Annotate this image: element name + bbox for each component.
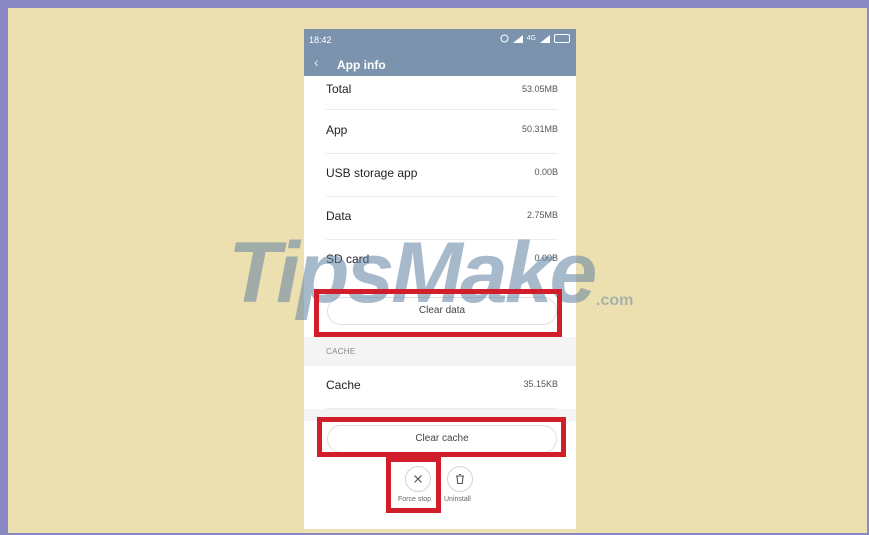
storage-row-sdcard: SD card 0.00B	[326, 252, 558, 266]
force-stop-button[interactable]	[405, 466, 431, 492]
signal-icon	[512, 34, 523, 43]
storage-row-app: App 50.31MB	[326, 110, 558, 154]
storage-row-total: Total 53.05MB	[326, 76, 558, 110]
storage-row-usb: USB storage app 0.00B	[326, 153, 558, 197]
section-gap	[304, 409, 576, 421]
page-title: App info	[337, 58, 386, 72]
chevron-left-icon[interactable]: ‹	[314, 54, 319, 70]
signal-icon-2	[540, 34, 550, 43]
status-bar: 18:42 4G	[304, 29, 576, 50]
cache-row: Cache 35.15KB	[326, 365, 558, 409]
trash-icon	[456, 473, 464, 485]
clear-cache-button[interactable]: Clear cache	[327, 425, 557, 453]
alarm-icon	[500, 34, 509, 43]
clear-data-button[interactable]: Clear data	[327, 297, 557, 325]
phone-screen: 18:42 4G ‹ App info Total 53.05MB App 50…	[304, 29, 576, 529]
close-icon	[414, 475, 422, 483]
app-bar: ‹ App info	[304, 50, 576, 76]
force-stop-label: Force stop	[398, 496, 432, 503]
storage-row-data: Data 2.75MB	[326, 196, 558, 240]
uninstall-button[interactable]	[447, 466, 473, 492]
uninstall-label: Uninstall	[444, 496, 471, 503]
network-type: 4G	[526, 35, 536, 42]
cache-section-header: CACHE	[304, 337, 576, 366]
battery-icon	[554, 34, 570, 43]
status-time: 18:42	[309, 35, 332, 45]
